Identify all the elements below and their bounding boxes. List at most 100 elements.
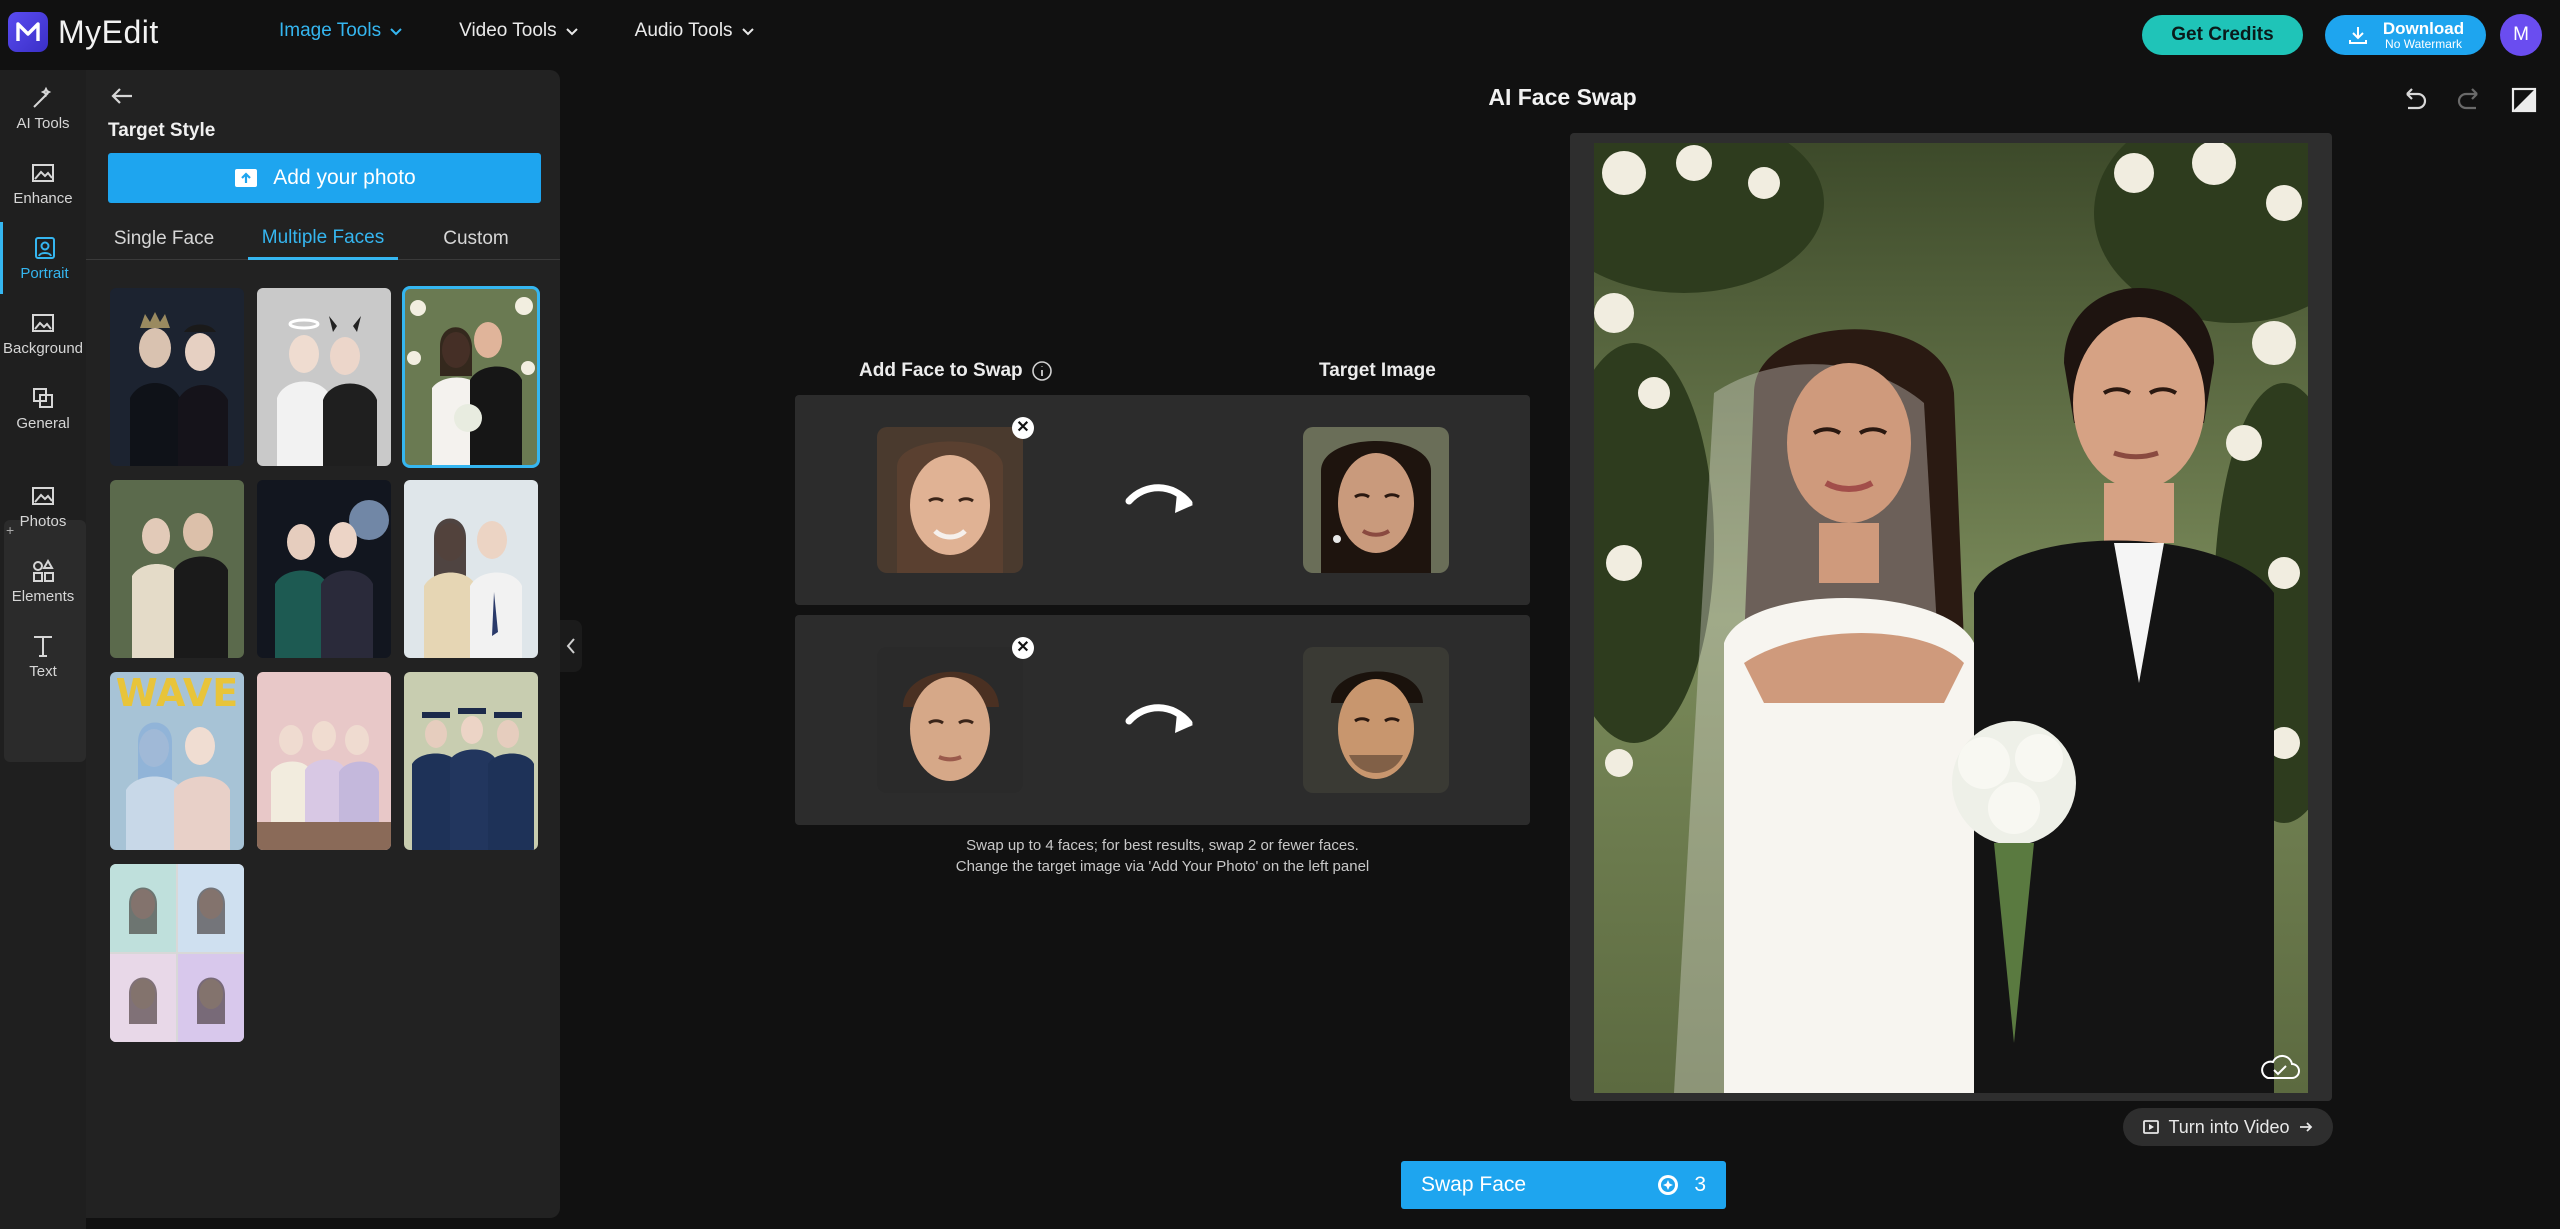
- rail-label: AI Tools: [16, 114, 70, 132]
- elements-icon: [33, 558, 54, 582]
- target-image-preview[interactable]: [1594, 143, 2308, 1093]
- top-bar: MyEdit Image Tools Video Tools Audio Too…: [0, 0, 2560, 70]
- add-photo-button[interactable]: Add your photo: [108, 153, 541, 203]
- tab-custom[interactable]: Custom: [406, 218, 546, 260]
- text-icon: [34, 635, 52, 657]
- add-photo-label: Add your photo: [273, 166, 416, 189]
- panel-title: Target Style: [108, 120, 216, 141]
- get-credits-button[interactable]: Get Credits: [2142, 15, 2303, 55]
- video-icon: [2143, 1120, 2160, 1134]
- remove-face-2-button[interactable]: ✕: [1012, 637, 1034, 659]
- swap-hint-line-1: Swap up to 4 faces; for best results, sw…: [966, 837, 1359, 854]
- rail-item-text[interactable]: Text: [0, 620, 86, 692]
- style-thumb-school-uniform-pair[interactable]: [404, 480, 538, 658]
- rail-item-photos[interactable]: Photos: [0, 470, 86, 542]
- nav-image-tools-label: Image Tools: [279, 20, 382, 41]
- magic-wand-icon: [33, 86, 52, 108]
- nav-audio-tools-label: Audio Tools: [634, 20, 733, 41]
- nav-video-tools[interactable]: Video Tools: [459, 20, 579, 42]
- rail-item-elements[interactable]: Elements: [0, 545, 86, 617]
- rail-label: Portrait: [20, 264, 69, 282]
- swap-face-button[interactable]: Swap Face 3: [1401, 1161, 1726, 1209]
- download-button[interactable]: Download No Watermark: [2325, 15, 2486, 55]
- style-thumb-party-friends[interactable]: [257, 480, 391, 658]
- target-face-1: [1303, 427, 1449, 573]
- swap-arrow-icon: [1125, 704, 1193, 733]
- style-thumb-wave-group[interactable]: WAVE: [110, 672, 244, 850]
- rail-item-ai-tools[interactable]: AI Tools: [0, 72, 86, 144]
- turn-into-video-button[interactable]: Turn into Video: [2123, 1108, 2333, 1146]
- download-icon: [2348, 27, 2367, 44]
- arrow-right-icon: [2299, 1122, 2312, 1132]
- style-thumb-schoolgirls-group[interactable]: [257, 672, 391, 850]
- user-avatar[interactable]: M: [2500, 14, 2542, 56]
- style-thumb-graduation-group[interactable]: [404, 672, 538, 850]
- rail-label: Elements: [11, 587, 75, 605]
- style-thumb-vintage-couple[interactable]: [110, 480, 244, 658]
- upload-image-icon: [235, 169, 258, 187]
- style-panel: Target Style Add your photo Single Face …: [86, 70, 560, 1218]
- rail-label: Photos: [19, 512, 67, 530]
- add-face-header: Add Face to Swap: [859, 360, 1053, 382]
- add-face-header-label: Add Face to Swap: [859, 360, 1023, 381]
- credit-coin-icon: [1658, 1175, 1679, 1195]
- swap-arrow-icon: [1125, 484, 1193, 513]
- undo-icon[interactable]: [2398, 84, 2430, 116]
- target-image-header-label: Target Image: [1319, 360, 1436, 381]
- swap-face-label: Swap Face: [1421, 1173, 1527, 1196]
- turn-into-video-label: Turn into Video: [2168, 1116, 2290, 1137]
- download-label: Download: [2382, 18, 2465, 38]
- style-thumb-dark-royal-couple[interactable]: [110, 288, 244, 466]
- nav-image-tools[interactable]: Image Tools: [279, 20, 403, 42]
- photos-icon: [32, 486, 54, 505]
- rail-label: General: [16, 414, 70, 432]
- app-logo[interactable]: MyEdit: [8, 12, 159, 52]
- chevron-down-icon: [565, 28, 578, 36]
- style-thumb-wedding-couple[interactable]: [402, 286, 540, 468]
- background-icon: [32, 313, 54, 332]
- credit-cost-value: 3: [1694, 1173, 1706, 1196]
- collapse-panel-handle[interactable]: [560, 620, 582, 672]
- face-swap-pair-1: ✕: [795, 395, 1530, 605]
- source-face-2[interactable]: [877, 647, 1023, 793]
- tab-multiple-faces[interactable]: Multiple Faces: [248, 218, 398, 260]
- chevron-down-icon: [390, 28, 402, 36]
- rail-label: Background: [2, 339, 84, 357]
- swap-hint: Swap up to 4 faces; for best results, sw…: [795, 835, 1530, 877]
- myedit-logo-icon: [8, 12, 48, 52]
- rail-label: Text: [29, 662, 57, 680]
- face-swap-pair-2: ✕: [795, 615, 1530, 825]
- chevron-down-icon: [741, 28, 754, 36]
- remove-face-1-button[interactable]: ✕: [1012, 417, 1034, 439]
- compare-icon[interactable]: [2508, 84, 2540, 116]
- preview-frame: [1570, 133, 2332, 1101]
- style-tabs: Single Face Multiple Faces Custom: [86, 218, 560, 260]
- back-arrow-icon[interactable]: [108, 82, 136, 110]
- cloud-save-icon[interactable]: [2258, 1050, 2300, 1084]
- tool-category-rail: + AI Tools Enhance Portrait Background G…: [0, 70, 86, 1229]
- info-icon[interactable]: [1031, 360, 1053, 382]
- credit-cost: 3: [1656, 1173, 1706, 1197]
- top-nav: Image Tools Video Tools Audio Tools: [279, 20, 755, 42]
- redo-icon[interactable]: [2454, 84, 2486, 116]
- workspace-title: AI Face Swap: [1488, 84, 1637, 110]
- target-image-header: Target Image: [1319, 360, 1436, 382]
- nav-audio-tools[interactable]: Audio Tools: [635, 20, 755, 42]
- general-icon: [33, 387, 53, 408]
- rail-item-general[interactable]: General: [0, 372, 86, 444]
- enhance-image-icon: [32, 163, 54, 182]
- swap-hint-line-2: Change the target image via 'Add Your Ph…: [955, 858, 1370, 875]
- nav-video-tools-label: Video Tools: [459, 20, 557, 41]
- download-sublabel: No Watermark: [2385, 36, 2462, 51]
- chevron-left-icon: [566, 638, 575, 654]
- rail-item-portrait[interactable]: Portrait: [0, 222, 86, 294]
- tab-single-face[interactable]: Single Face: [94, 218, 234, 260]
- rail-item-enhance[interactable]: Enhance: [0, 147, 86, 219]
- rail-item-background[interactable]: Background: [0, 297, 86, 369]
- target-face-2: [1303, 647, 1449, 793]
- app-name: MyEdit: [58, 13, 159, 50]
- style-thumb-photo-booth-grid[interactable]: [110, 864, 244, 1042]
- source-face-1[interactable]: [877, 427, 1023, 573]
- wave-caption: WAVE: [116, 672, 238, 715]
- style-thumb-angel-devil-pair[interactable]: [257, 288, 391, 466]
